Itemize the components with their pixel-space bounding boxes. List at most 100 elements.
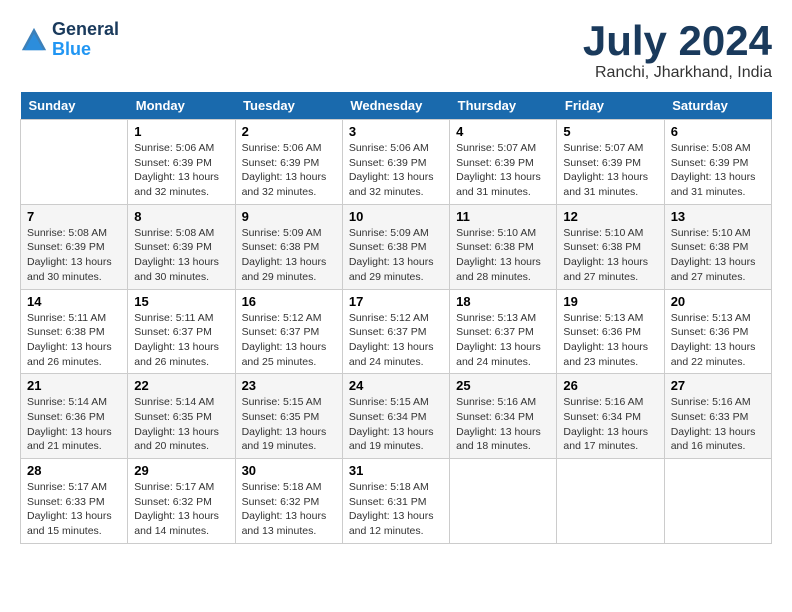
calendar-cell: 22 Sunrise: 5:14 AM Sunset: 6:35 PM Dayli… (128, 374, 235, 459)
day-number: 9 (242, 209, 336, 224)
calendar-cell: 16Sunrise: 5:12 AM Sunset: 6:37 PM Dayli… (235, 289, 342, 374)
day-info: Sunrise: 5:11 AM Sunset: 6:38 PM Dayligh… (27, 311, 121, 370)
day-number: 14 (27, 294, 121, 309)
day-number: 21 (27, 378, 121, 393)
day-info: Sunrise: 5:15 AM Sunset: 6:34 PM Dayligh… (349, 395, 443, 454)
calendar-week-5: 28Sunrise: 5:17 AM Sunset: 6:33 PM Dayli… (21, 459, 772, 544)
calendar-cell: 21 Sunrise: 5:14 AM Sunset: 6:36 PM Dayli… (21, 374, 128, 459)
weekday-header-wednesday: Wednesday (342, 92, 449, 120)
day-info: Sunrise: 5:16 AM Sunset: 6:34 PM Dayligh… (456, 395, 550, 454)
day-number: 6 (671, 124, 765, 139)
day-info: Sunrise: 5:12 AM Sunset: 6:37 PM Dayligh… (349, 311, 443, 370)
day-number: 2 (242, 124, 336, 139)
day-info: Sunrise: 5:13 AM Sunset: 6:36 PM Dayligh… (671, 311, 765, 370)
weekday-header-thursday: Thursday (450, 92, 557, 120)
calendar-cell: 30 Sunrise: 5:18 AM Sunset: 6:32 PM Dayli… (235, 459, 342, 544)
calendar-cell (450, 459, 557, 544)
calendar-table: SundayMondayTuesdayWednesdayThursdayFrid… (20, 92, 772, 544)
calendar-cell: 26 Sunrise: 5:16 AM Sunset: 6:34 PM Dayli… (557, 374, 664, 459)
day-number: 29 (134, 463, 228, 478)
calendar-cell: 28Sunrise: 5:17 AM Sunset: 6:33 PM Dayli… (21, 459, 128, 544)
month-title: July 2024 (583, 20, 772, 62)
day-info: Sunrise: 5:16 AM Sunset: 6:34 PM Dayligh… (563, 395, 657, 454)
calendar-cell: 19 Sunrise: 5:13 AM Sunset: 6:36 PM Dayli… (557, 289, 664, 374)
day-info: Sunrise: 5:08 AM Sunset: 6:39 PM Dayligh… (671, 141, 765, 200)
day-info: Sunrise: 5:10 AM Sunset: 6:38 PM Dayligh… (671, 226, 765, 285)
day-info: Sunrise: 5:13 AM Sunset: 6:37 PM Dayligh… (456, 311, 550, 370)
calendar-cell: 27 Sunrise: 5:16 AM Sunset: 6:33 PM Dayli… (664, 374, 771, 459)
day-number: 12 (563, 209, 657, 224)
calendar-cell: 15Sunrise: 5:11 AM Sunset: 6:37 PM Dayli… (128, 289, 235, 374)
day-number: 24 (349, 378, 443, 393)
day-number: 26 (563, 378, 657, 393)
day-number: 30 (242, 463, 336, 478)
weekday-header-friday: Friday (557, 92, 664, 120)
day-info: Sunrise: 5:06 AM Sunset: 6:39 PM Dayligh… (349, 141, 443, 200)
day-number: 19 (563, 294, 657, 309)
day-info: Sunrise: 5:08 AM Sunset: 6:39 PM Dayligh… (27, 226, 121, 285)
calendar-cell: 9 Sunrise: 5:09 AM Sunset: 6:38 PM Daylig… (235, 204, 342, 289)
day-number: 15 (134, 294, 228, 309)
day-number: 5 (563, 124, 657, 139)
day-info: Sunrise: 5:16 AM Sunset: 6:33 PM Dayligh… (671, 395, 765, 454)
title-block: July 2024 Ranchi, Jharkhand, India (583, 20, 772, 82)
calendar-cell: 31Sunrise: 5:18 AM Sunset: 6:31 PM Dayli… (342, 459, 449, 544)
calendar-cell: 13Sunrise: 5:10 AM Sunset: 6:38 PM Dayli… (664, 204, 771, 289)
day-info: Sunrise: 5:17 AM Sunset: 6:32 PM Dayligh… (134, 480, 228, 539)
calendar-cell: 2 Sunrise: 5:06 AM Sunset: 6:39 PM Daylig… (235, 120, 342, 205)
day-info: Sunrise: 5:08 AM Sunset: 6:39 PM Dayligh… (134, 226, 228, 285)
day-number: 3 (349, 124, 443, 139)
calendar-week-3: 14 Sunrise: 5:11 AM Sunset: 6:38 PM Dayli… (21, 289, 772, 374)
calendar-cell: 17 Sunrise: 5:12 AM Sunset: 6:37 PM Dayli… (342, 289, 449, 374)
day-info: Sunrise: 5:10 AM Sunset: 6:38 PM Dayligh… (563, 226, 657, 285)
day-info: Sunrise: 5:14 AM Sunset: 6:36 PM Dayligh… (27, 395, 121, 454)
day-info: Sunrise: 5:09 AM Sunset: 6:38 PM Dayligh… (349, 226, 443, 285)
calendar-cell: 24 Sunrise: 5:15 AM Sunset: 6:34 PM Dayli… (342, 374, 449, 459)
day-number: 7 (27, 209, 121, 224)
day-number: 31 (349, 463, 443, 478)
day-number: 18 (456, 294, 550, 309)
calendar-cell: 8 Sunrise: 5:08 AM Sunset: 6:39 PM Daylig… (128, 204, 235, 289)
calendar-cell (557, 459, 664, 544)
day-info: Sunrise: 5:18 AM Sunset: 6:32 PM Dayligh… (242, 480, 336, 539)
calendar-cell: 29 Sunrise: 5:17 AM Sunset: 6:32 PM Dayli… (128, 459, 235, 544)
day-number: 17 (349, 294, 443, 309)
day-info: Sunrise: 5:17 AM Sunset: 6:33 PM Dayligh… (27, 480, 121, 539)
day-info: Sunrise: 5:07 AM Sunset: 6:39 PM Dayligh… (456, 141, 550, 200)
calendar-week-2: 7 Sunrise: 5:08 AM Sunset: 6:39 PM Daylig… (21, 204, 772, 289)
weekday-header-saturday: Saturday (664, 92, 771, 120)
day-info: Sunrise: 5:15 AM Sunset: 6:35 PM Dayligh… (242, 395, 336, 454)
calendar-week-1: 1Sunrise: 5:06 AM Sunset: 6:39 PM Daylig… (21, 120, 772, 205)
day-info: Sunrise: 5:07 AM Sunset: 6:39 PM Dayligh… (563, 141, 657, 200)
calendar-cell: 3 Sunrise: 5:06 AM Sunset: 6:39 PM Daylig… (342, 120, 449, 205)
weekday-header-sunday: Sunday (21, 92, 128, 120)
weekday-header-monday: Monday (128, 92, 235, 120)
calendar-cell: 18 Sunrise: 5:13 AM Sunset: 6:37 PM Dayli… (450, 289, 557, 374)
day-number: 10 (349, 209, 443, 224)
calendar-cell: 4 Sunrise: 5:07 AM Sunset: 6:39 PM Daylig… (450, 120, 557, 205)
page-header: General Blue July 2024 Ranchi, Jharkhand… (20, 20, 772, 82)
day-info: Sunrise: 5:10 AM Sunset: 6:38 PM Dayligh… (456, 226, 550, 285)
day-info: Sunrise: 5:06 AM Sunset: 6:39 PM Dayligh… (134, 141, 228, 200)
calendar-cell: 23Sunrise: 5:15 AM Sunset: 6:35 PM Dayli… (235, 374, 342, 459)
calendar-cell (664, 459, 771, 544)
location: Ranchi, Jharkhand, India (583, 64, 772, 82)
calendar-week-4: 21 Sunrise: 5:14 AM Sunset: 6:36 PM Dayli… (21, 374, 772, 459)
day-number: 4 (456, 124, 550, 139)
day-number: 27 (671, 378, 765, 393)
day-number: 20 (671, 294, 765, 309)
day-number: 8 (134, 209, 228, 224)
day-info: Sunrise: 5:06 AM Sunset: 6:39 PM Dayligh… (242, 141, 336, 200)
logo-icon (20, 26, 48, 54)
day-info: Sunrise: 5:13 AM Sunset: 6:36 PM Dayligh… (563, 311, 657, 370)
calendar-cell: 20 Sunrise: 5:13 AM Sunset: 6:36 PM Dayli… (664, 289, 771, 374)
calendar-cell: 12 Sunrise: 5:10 AM Sunset: 6:38 PM Dayli… (557, 204, 664, 289)
day-number: 22 (134, 378, 228, 393)
calendar-cell: 7 Sunrise: 5:08 AM Sunset: 6:39 PM Daylig… (21, 204, 128, 289)
day-info: Sunrise: 5:14 AM Sunset: 6:35 PM Dayligh… (134, 395, 228, 454)
calendar-cell: 25Sunrise: 5:16 AM Sunset: 6:34 PM Dayli… (450, 374, 557, 459)
day-number: 16 (242, 294, 336, 309)
calendar-cell: 10 Sunrise: 5:09 AM Sunset: 6:38 PM Dayli… (342, 204, 449, 289)
day-info: Sunrise: 5:09 AM Sunset: 6:38 PM Dayligh… (242, 226, 336, 285)
logo-text: General Blue (52, 20, 119, 60)
